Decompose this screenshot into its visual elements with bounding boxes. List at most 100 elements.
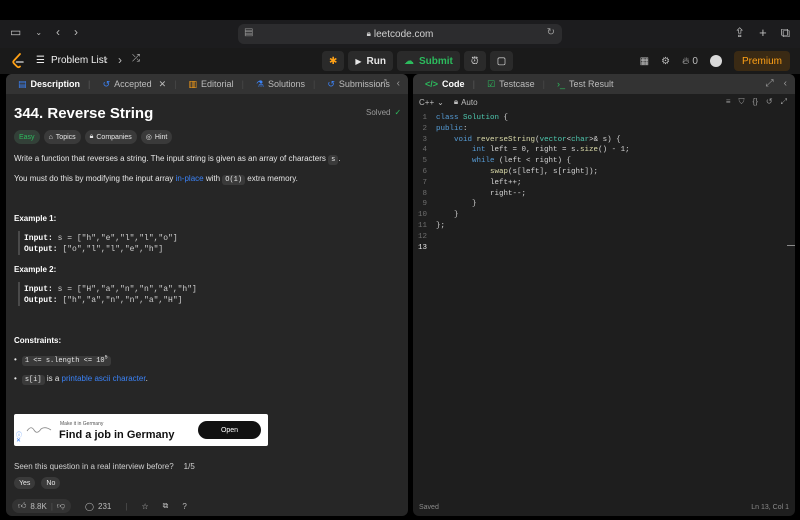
run-button[interactable]: ▶ Run [348, 51, 393, 71]
hint-chip[interactable]: ◎ Hint [140, 130, 173, 144]
lock-icon: 🔒︎ [453, 97, 459, 106]
line-number: 4 [422, 146, 427, 155]
expand-icon[interactable]: ⤢ [781, 97, 787, 107]
code-line[interactable]: 1 class Solution { [413, 114, 795, 125]
auto-mode[interactable]: 🔒︎ Auto [454, 97, 478, 107]
example-1-input: Input: s = ["h","e","l","l","o"] [24, 234, 178, 243]
bookmark-icon[interactable]: ⛉ [739, 97, 745, 107]
tab-testcase[interactable]: ☑ Testcase | [481, 74, 551, 94]
page-title: 344. Reverse String [14, 105, 154, 122]
reset-icon[interactable]: ↺ [766, 97, 773, 107]
yes-button[interactable]: Yes [14, 477, 36, 489]
like-dislike-group[interactable]: 👍︎ 8.8K | 👎︎ [12, 499, 72, 513]
code-line[interactable]: 12 [413, 233, 795, 244]
tab-editorial[interactable]: ▥ Editorial | [183, 74, 250, 94]
code-editor[interactable]: 1 class Solution {2 public: 3 void reverseS… [413, 114, 795, 254]
topics-chip[interactable]: ⌂ Topics [43, 130, 81, 144]
language-select[interactable]: C++ ⌄ [419, 98, 444, 107]
printable-ascii-link[interactable]: printable ascii character [62, 374, 146, 383]
input-label: Input: [24, 285, 53, 294]
maximize-icon[interactable]: ⤢ [766, 78, 774, 89]
share-icon[interactable]: ⇪ [734, 25, 745, 41]
avatar[interactable] [709, 55, 722, 67]
code-line[interactable]: 7 left++; [413, 179, 795, 190]
tab-solutions[interactable]: ⚗ Solutions | [250, 74, 321, 94]
tabs-overview-icon[interactable]: ⧉ [781, 25, 790, 41]
advertisement-banner[interactable]: ⓘ ✕ Make it in Germany Find a job in Ger… [14, 414, 268, 446]
collapse-icon[interactable]: ‹ [397, 78, 400, 89]
problem-list-link[interactable]: ☰ Problem List [36, 55, 107, 66]
constraint-1-text: 1 <= s.length <= 10 [24, 357, 105, 366]
format-icon[interactable]: ≡ [726, 97, 731, 107]
star-icon[interactable]: ☆ [141, 502, 148, 511]
no-button[interactable]: No [41, 477, 61, 489]
debug-button[interactable]: ✱ [322, 51, 345, 71]
layout-icon[interactable]: ▦ [640, 56, 649, 67]
cursor-position: Ln 13, Col 1 [751, 503, 789, 511]
code-line[interactable]: 8 right--; [413, 190, 795, 201]
code-line[interactable]: 13 [413, 244, 795, 255]
app-navbar: ☰ Problem List ‹ › ⤮ ✱ ▶ Run ☁ Submit ⏰︎… [0, 48, 800, 74]
settings-gear-icon[interactable]: ⚙ [661, 56, 670, 67]
example-1-title: Example 1: [14, 214, 57, 223]
chevron-down-icon[interactable]: ⌄ [35, 28, 42, 37]
in-place-link[interactable]: in-place [176, 174, 204, 183]
forward-icon[interactable]: › [74, 25, 78, 39]
code-line[interactable]: 4 int left = 0, right = s.size() - 1; [413, 146, 795, 157]
comments-button[interactable]: ◯ 231 [85, 502, 111, 511]
ad-close-icon[interactable]: ✕ [16, 437, 21, 444]
premium-button[interactable]: Premium [733, 51, 790, 71]
back-icon[interactable]: ‹ [56, 25, 60, 39]
tab-description[interactable]: ▤ Description | [12, 74, 97, 94]
thumbs-up-icon[interactable]: 👍︎ [18, 501, 26, 511]
shuffle-icon[interactable]: ⤮ [132, 53, 140, 67]
streak-count: 0 [692, 55, 698, 67]
topics-label: Topics [55, 133, 76, 141]
code-line[interactable]: 10 } [413, 211, 795, 222]
companies-label: Companies [96, 133, 132, 141]
description-paragraph-1: Write a function that reverses a string.… [14, 154, 341, 165]
tab-accepted[interactable]: ↺ Accepted ✕ | [97, 74, 183, 94]
collapse-icon[interactable]: ‹ [784, 78, 787, 89]
code-line[interactable]: 11}; [413, 222, 795, 233]
code-line[interactable]: 3 void reverseString(vector<char>& s) { [413, 136, 795, 147]
line-number: 12 [417, 232, 427, 241]
timer-button[interactable]: ⏰︎ [463, 51, 486, 71]
streak-counter[interactable]: 🔥︎ 0 [682, 56, 698, 67]
sidebar-toggle-icon[interactable]: ▭ [10, 25, 21, 39]
submit-button[interactable]: ☁ Submit [397, 51, 460, 71]
maximize-icon[interactable]: ⤢ [379, 78, 387, 89]
help-icon[interactable]: ? [182, 502, 186, 511]
next-problem-icon[interactable]: › [118, 53, 122, 67]
companies-chip[interactable]: 🔒︎ Companies [84, 130, 137, 144]
comment-icon: ◯ [85, 501, 94, 511]
new-tab-icon[interactable]: + [759, 25, 767, 41]
line-number: 7 [422, 178, 427, 187]
close-icon[interactable]: ✕ [159, 79, 167, 90]
checkbox-icon: ☑ [487, 78, 496, 89]
chevron-down-icon: ⌄ [437, 97, 444, 107]
tab-test-result[interactable]: ›_ Test Result [551, 74, 620, 94]
code-line[interactable]: 5 while (left < right) { [413, 157, 795, 168]
desc2-text: You must do this by modifying the input … [14, 174, 176, 183]
code-line[interactable]: 6 swap(s[left], s[right]); [413, 168, 795, 179]
code-line[interactable]: 9 } [413, 200, 795, 211]
tab-code[interactable]: </> Code | [419, 74, 481, 94]
code-text: }; [436, 221, 446, 230]
notes-button[interactable]: ▢ [489, 51, 514, 71]
braces-icon[interactable]: {} [753, 97, 758, 107]
history-icon: ↺ [102, 78, 111, 89]
reload-icon[interactable]: ↻ [547, 27, 555, 38]
lock-icon: 🔒︎ [89, 133, 94, 140]
page-settings-icon[interactable]: ▤ [244, 27, 253, 38]
share-icon[interactable]: ⧉ [163, 501, 169, 511]
thumbs-down-icon[interactable]: 👎︎ [57, 501, 65, 511]
code-line[interactable]: 2 public: [413, 125, 795, 136]
flask-icon: ⚗ [255, 78, 264, 89]
prev-problem-icon[interactable]: ‹ [104, 53, 108, 67]
leetcode-logo-icon[interactable] [11, 53, 25, 69]
address-bar[interactable]: ▤ 🔒︎ leetcode.com ↻ [238, 24, 562, 44]
line-number: 5 [422, 157, 427, 166]
ad-open-button[interactable]: Open [198, 421, 261, 439]
input-value: s = ["H","a","n","n","a","h"] [52, 285, 197, 294]
